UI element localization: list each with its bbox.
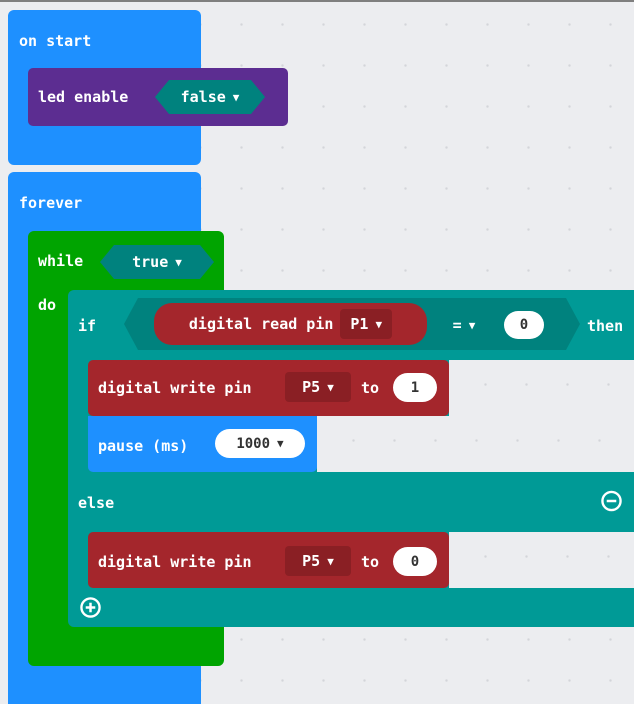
led-enable-value: false [180,88,226,106]
else-write-pin-dropdown[interactable]: P5 ▼ [285,546,351,576]
digital-read-pin-label: digital read pin [188,315,334,333]
add-else-if-button[interactable] [80,597,101,618]
then-slot-canvas [449,360,634,416]
then-slot-canvas-2 [317,416,634,472]
dropdown-arrow-icon: ▼ [277,437,284,450]
else-to-label: to [361,553,380,571]
else-label: else [78,494,115,512]
then-to-label: to [361,379,380,397]
read-pin-dropdown[interactable]: P1 ▼ [340,309,393,339]
read-pin-value: P1 [350,315,369,333]
plus-circle-icon [80,597,101,618]
on-start-label: on start [19,32,92,50]
pause-label: pause (ms) [98,437,189,455]
pause-value-dropdown[interactable]: 1000 ▼ [215,429,305,458]
if-label: if [78,317,97,335]
else-write-value: 0 [410,553,420,570]
then-label: then [587,317,624,335]
else-write-label: digital write pin [98,553,252,571]
forever-label: forever [19,194,83,212]
led-enable-label: led enable [38,88,129,106]
dropdown-arrow-icon: ▼ [375,317,383,331]
then-write-label: digital write pin [98,379,252,397]
minus-circle-icon [601,490,622,511]
then-write-pin-dropdown[interactable]: P5 ▼ [285,372,351,402]
top-border [0,0,634,2]
led-enable-block[interactable]: led enable false ▼ [28,68,288,126]
while-label: while [38,252,84,270]
while-condition-value: true [132,253,169,271]
while-condition-dropdown[interactable]: true ▼ [100,245,214,279]
dropdown-arrow-icon: ▼ [468,318,476,332]
else-write-pin-value: P5 [302,552,321,570]
compare-value: 0 [519,317,529,333]
remove-else-button[interactable] [601,490,622,511]
then-write-value-input[interactable]: 1 [393,373,437,402]
compare-value-input[interactable]: 0 [504,311,544,339]
dropdown-arrow-icon: ▼ [232,90,240,104]
dropdown-arrow-icon: ▼ [327,380,334,394]
else-write-value-input[interactable]: 0 [393,547,437,576]
then-write-value: 1 [410,379,420,396]
operator-value: = [452,316,462,334]
pause-block[interactable]: pause (ms) 1000 ▼ [88,416,317,472]
digital-read-pin-block[interactable]: digital read pin P1 ▼ [154,303,427,345]
dropdown-arrow-icon: ▼ [175,255,182,269]
pause-value: 1000 [236,435,271,452]
then-digital-write-block[interactable]: digital write pin P5 ▼ to 1 [88,360,449,416]
operator-dropdown[interactable]: = ▼ [436,310,492,340]
else-digital-write-block[interactable]: digital write pin P5 ▼ to 0 [88,532,449,588]
led-enable-value-dropdown[interactable]: false ▼ [155,80,265,114]
do-label: do [38,296,57,314]
else-slot-canvas [449,532,634,588]
then-write-pin-value: P5 [302,378,321,396]
dropdown-arrow-icon: ▼ [327,554,334,568]
